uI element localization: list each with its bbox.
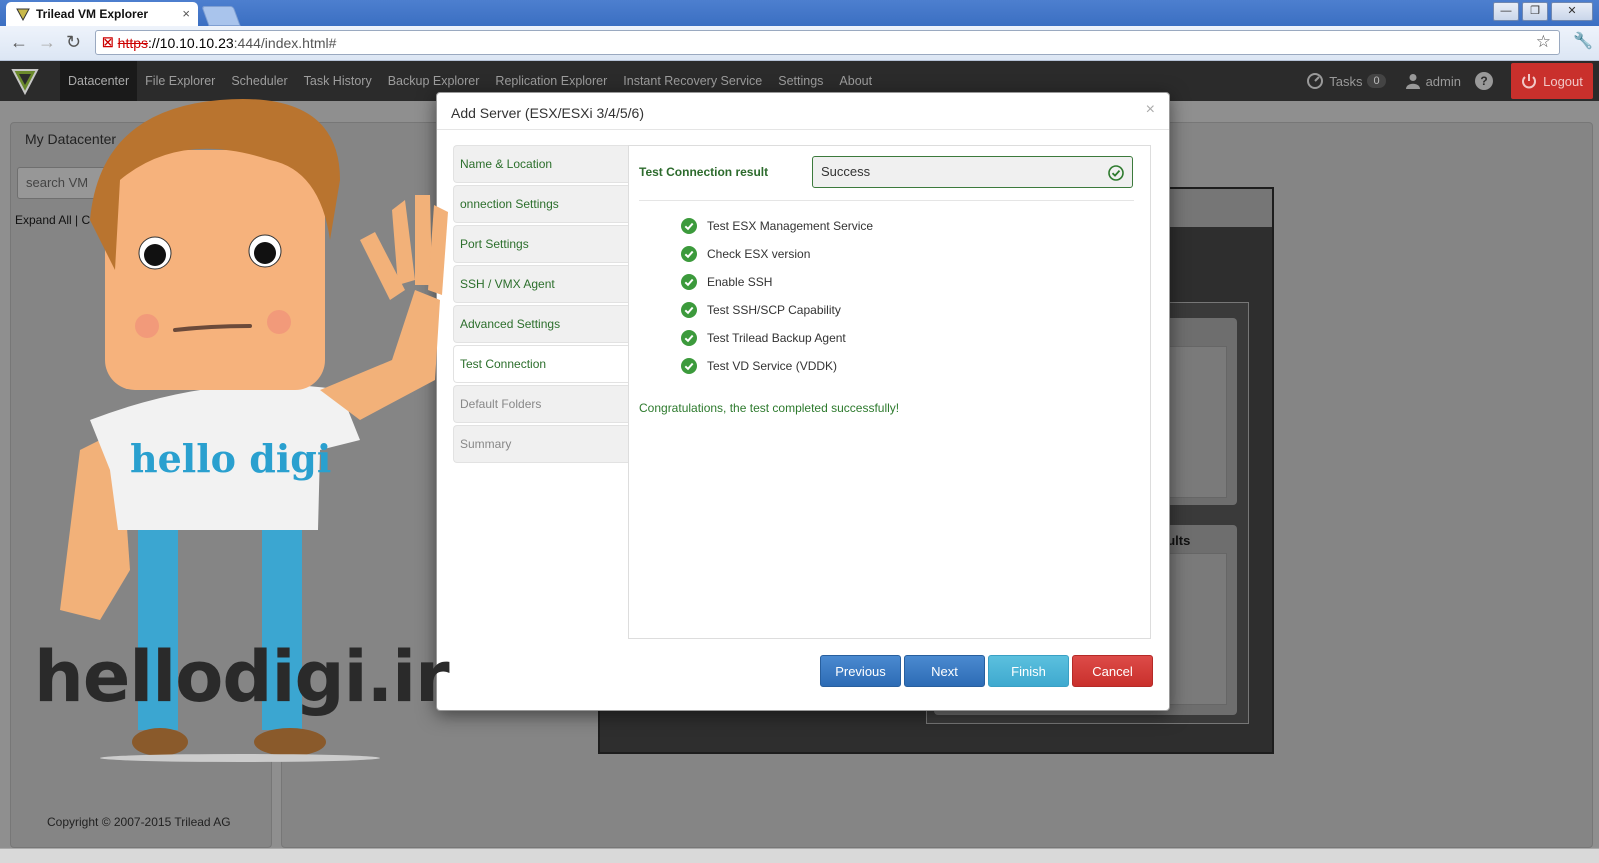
- tasks-label: Tasks: [1329, 73, 1363, 89]
- result-value: Success: [821, 164, 871, 179]
- tasks-menu[interactable]: Tasks 0: [1306, 72, 1386, 90]
- window-controls: — ❐ ✕: [1493, 2, 1593, 21]
- congrats-message: Congratulations, the test completed succ…: [639, 401, 900, 415]
- wizard-steps: Name & Location onnection Settings Port …: [453, 145, 628, 465]
- step-summary: Summary: [453, 425, 628, 463]
- wrench-icon[interactable]: 🔧: [1573, 31, 1593, 51]
- check-circle-icon: [681, 218, 697, 234]
- insecure-lock-icon: ☒: [102, 34, 114, 50]
- navbar-right: Tasks 0 admin ? Logout: [1306, 61, 1599, 101]
- tasks-count-badge: 0: [1367, 74, 1386, 88]
- check-label: Test ESX Management Service: [707, 219, 874, 233]
- tab-close-icon[interactable]: ×: [182, 6, 190, 21]
- step-connection-settings[interactable]: onnection Settings: [453, 185, 628, 223]
- logout-button[interactable]: Logout: [1511, 63, 1593, 99]
- url-protocol: https: [117, 34, 149, 51]
- check-label: Check ESX version: [707, 247, 811, 261]
- check-label: Test Trilead Backup Agent: [707, 331, 846, 345]
- check-item: Enable SSH: [681, 268, 873, 296]
- modal-title: Add Server (ESX/ESXi 3/4/5/6): [451, 105, 644, 121]
- check-label: Test VD Service (VDDK): [707, 359, 838, 373]
- step-name-location[interactable]: Name & Location: [453, 145, 628, 183]
- reload-icon[interactable]: ↻: [66, 32, 81, 53]
- check-item: Check ESX version: [681, 240, 873, 268]
- user-menu[interactable]: admin: [1405, 73, 1461, 89]
- bookmark-star-icon[interactable]: ☆: [1536, 32, 1551, 52]
- check-circle-icon: [681, 302, 697, 318]
- step-advanced-settings[interactable]: Advanced Settings: [453, 305, 628, 343]
- finish-button[interactable]: Finish: [988, 655, 1069, 687]
- window-close-button[interactable]: ✕: [1551, 2, 1593, 21]
- watermark-text: hellodigi.ir: [34, 636, 450, 718]
- add-server-modal: Add Server (ESX/ESXi 3/4/5/6) × Name & L…: [436, 92, 1170, 711]
- user-icon: [1405, 74, 1420, 89]
- new-tab-button[interactable]: [201, 6, 241, 26]
- check-label: Enable SSH: [707, 275, 773, 289]
- check-circle-icon: [681, 246, 697, 262]
- check-label: Test SSH/SCP Capability: [707, 303, 841, 317]
- modal-header-divider: [437, 129, 1169, 130]
- check-item: Test ESX Management Service: [681, 212, 873, 240]
- step-default-folders: Default Folders: [453, 385, 628, 423]
- maximize-button[interactable]: ❐: [1522, 2, 1548, 21]
- next-button[interactable]: Next: [904, 655, 985, 687]
- minimize-button[interactable]: —: [1493, 2, 1519, 21]
- wizard-buttons: Previous Next Finish Cancel: [820, 655, 1153, 687]
- result-field: Success: [812, 156, 1133, 188]
- check-list: Test ESX Management Service Check ESX ve…: [681, 212, 873, 380]
- address-bar[interactable]: ☒ https ://10.10.10.23 :444/index.html# …: [95, 30, 1560, 55]
- modal-close-icon[interactable]: ×: [1146, 101, 1155, 119]
- user-name: admin: [1425, 73, 1461, 89]
- result-divider: [639, 200, 1134, 201]
- check-item: Test Trilead Backup Agent: [681, 324, 873, 352]
- trilead-favicon-icon: [16, 8, 30, 21]
- test-connection-pane: Test Connection result Success Test ESX …: [628, 145, 1151, 639]
- step-port-settings[interactable]: Port Settings: [453, 225, 628, 263]
- logout-label: Logout: [1543, 73, 1583, 89]
- tab-title: Trilead VM Explorer: [36, 7, 149, 21]
- check-circle-icon: [681, 330, 697, 346]
- cancel-button[interactable]: Cancel: [1072, 655, 1153, 687]
- check-item: Test SSH/SCP Capability: [681, 296, 873, 324]
- url-host: ://10.10.10.23: [148, 34, 234, 51]
- power-icon: [1522, 74, 1537, 89]
- check-circle-icon: [681, 274, 697, 290]
- copyright-text: Copyright © 2007-2015 Trilead AG: [47, 815, 231, 829]
- forward-arrow-icon[interactable]: →: [38, 32, 56, 53]
- result-label: Test Connection result: [639, 165, 769, 179]
- back-arrow-icon[interactable]: ←: [10, 32, 28, 53]
- success-check-icon: [1108, 165, 1124, 181]
- url-path: :444/index.html#: [233, 34, 337, 51]
- browser-tab[interactable]: Trilead VM Explorer ×: [6, 2, 198, 26]
- taskbar-strip: [0, 848, 1599, 863]
- gauge-icon: [1307, 73, 1324, 89]
- previous-button[interactable]: Previous: [820, 655, 901, 687]
- check-circle-icon: [681, 358, 697, 374]
- browser-titlebar: Trilead VM Explorer × — ❐ ✕: [0, 0, 1599, 26]
- help-icon[interactable]: ?: [1475, 72, 1493, 90]
- step-ssh-vmx-agent[interactable]: SSH / VMX Agent: [453, 265, 628, 303]
- shirt-text: hello digi: [130, 436, 331, 481]
- browser-toolbar: ← → ↻ ☒ https ://10.10.10.23 :444/index.…: [0, 26, 1599, 61]
- step-test-connection[interactable]: Test Connection: [453, 345, 628, 383]
- check-item: Test VD Service (VDDK): [681, 352, 873, 380]
